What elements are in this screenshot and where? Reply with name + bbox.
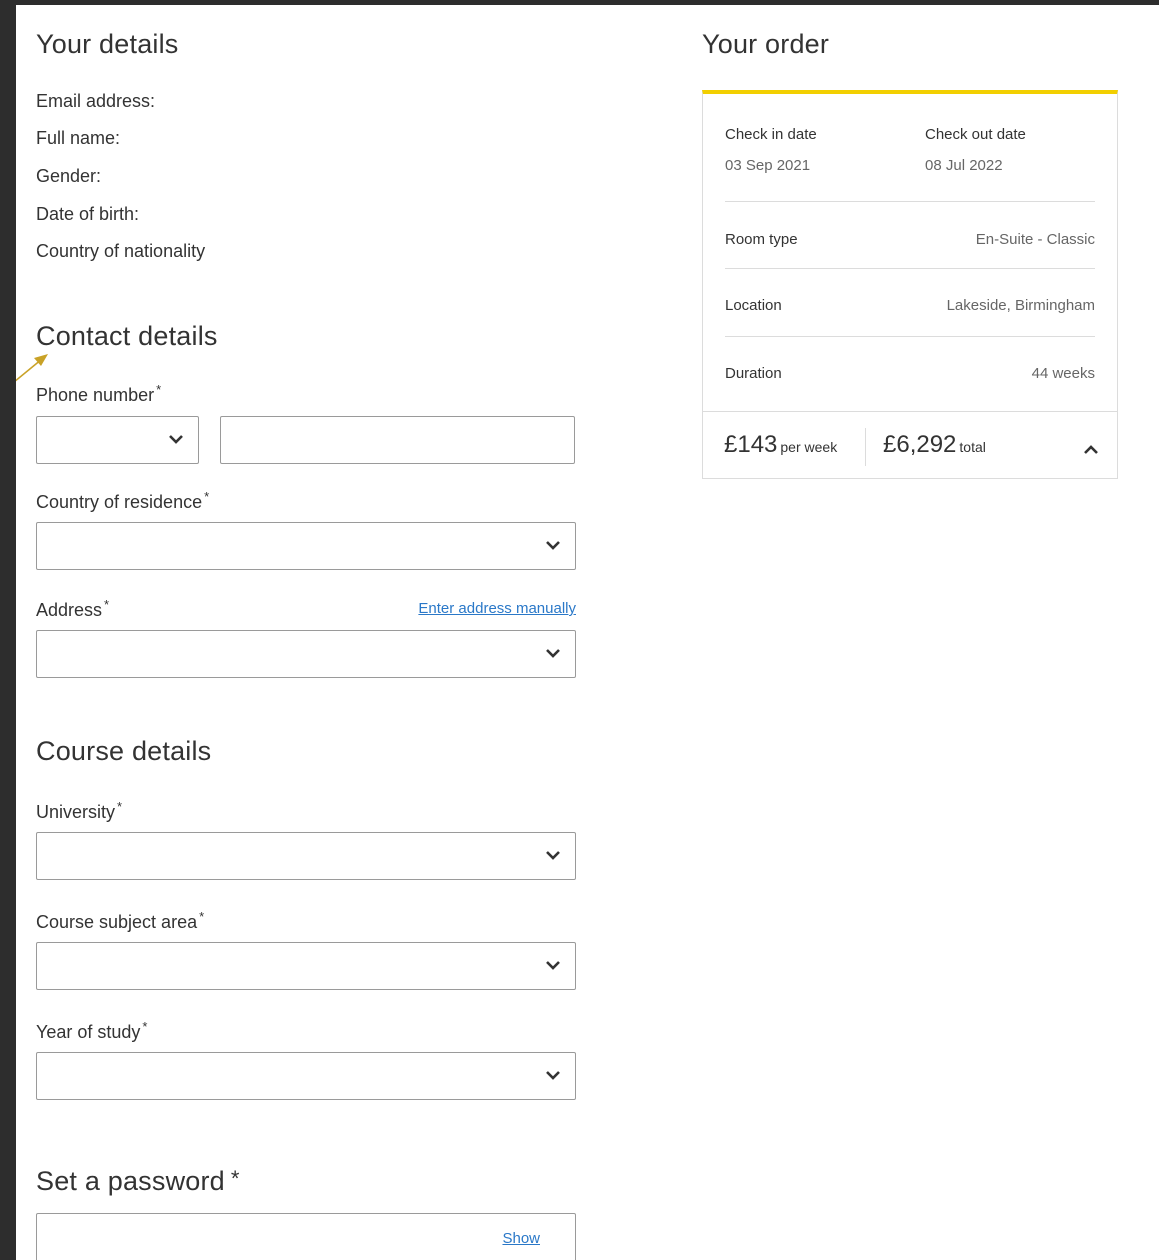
chevron-down-icon xyxy=(546,649,560,658)
your-details-title: Your details xyxy=(36,29,179,59)
set-password-title: Set a password * xyxy=(36,1166,240,1196)
duration-value: 44 weeks xyxy=(1031,365,1095,382)
location-label: Location xyxy=(725,297,782,314)
country-of-residence-select[interactable] xyxy=(36,522,576,570)
duration-label: Duration xyxy=(725,365,782,382)
chevron-down-icon xyxy=(546,541,560,550)
chevron-down-icon xyxy=(546,851,560,860)
divider xyxy=(725,201,1095,202)
your-order-title: Your order xyxy=(702,29,830,59)
contact-details-title: Contact details xyxy=(36,321,218,351)
divider xyxy=(725,336,1095,337)
location-value: Lakeside, Birmingham xyxy=(946,297,1095,314)
course-details-title: Course details xyxy=(36,736,212,766)
room-type-label: Room type xyxy=(725,231,798,248)
check-in-value: 03 Sep 2021 xyxy=(725,157,811,174)
university-label: University * xyxy=(36,799,123,822)
price-separator xyxy=(865,428,866,466)
price-divider xyxy=(703,411,1117,412)
order-summary-card: Check in date 03 Sep 2021 Check out date… xyxy=(702,90,1118,479)
university-select[interactable] xyxy=(36,832,576,880)
full-name-label: Full name: xyxy=(36,128,121,148)
country-of-residence-label: Country of residence * xyxy=(36,489,210,512)
divider xyxy=(725,268,1095,269)
chevron-up-icon[interactable] xyxy=(1083,444,1099,456)
year-of-study-select[interactable] xyxy=(36,1052,576,1100)
annotation-arrow-icon xyxy=(16,354,48,382)
check-out-label: Check out date xyxy=(925,126,1026,143)
chevron-down-icon xyxy=(169,435,183,444)
course-subject-area-label: Course subject area * xyxy=(36,909,205,932)
phone-number-input[interactable] xyxy=(220,416,575,464)
password-input[interactable]: Show xyxy=(36,1213,576,1260)
phone-country-code-select[interactable] xyxy=(36,416,199,464)
weekly-price: £143 per week xyxy=(724,431,838,458)
total-price: £6,292 total xyxy=(883,431,986,458)
date-of-birth-label: Date of birth: xyxy=(36,204,140,224)
gender-label: Gender: xyxy=(36,166,102,186)
address-label: Address * xyxy=(36,597,110,620)
year-of-study-label: Year of study * xyxy=(36,1019,148,1042)
chevron-down-icon xyxy=(546,961,560,970)
course-subject-area-select[interactable] xyxy=(36,942,576,990)
address-select[interactable] xyxy=(36,630,576,678)
room-type-value: En-Suite - Classic xyxy=(975,231,1095,248)
enter-address-manually-link[interactable]: Enter address manually xyxy=(418,600,576,617)
email-address-label: Email address: xyxy=(36,91,156,111)
phone-number-label: Phone number * xyxy=(36,382,162,405)
chevron-down-icon xyxy=(546,1071,560,1080)
show-password-link[interactable]: Show xyxy=(502,1230,540,1247)
checkout-page: Your details Email address: Full name: G… xyxy=(16,5,1159,1260)
check-out-value: 08 Jul 2022 xyxy=(925,157,1003,174)
check-in-label: Check in date xyxy=(725,126,817,143)
nationality-label: Country of nationality xyxy=(36,241,206,261)
